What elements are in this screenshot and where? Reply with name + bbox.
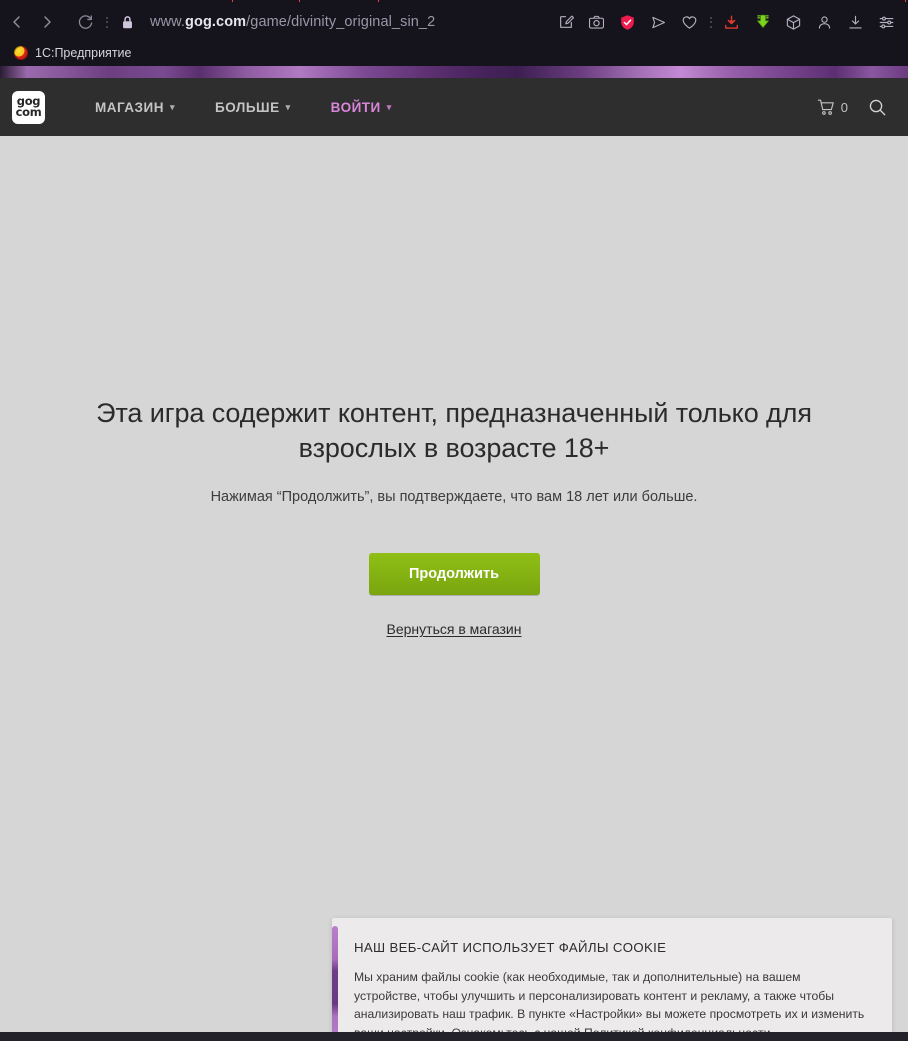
account-icon[interactable]: [809, 7, 840, 37]
green-download-icon[interactable]: [747, 7, 778, 37]
browser-tab-inactive[interactable]: [232, 0, 300, 2]
search-icon: [869, 99, 885, 115]
nav-item-signin-label: ВОЙТИ: [330, 99, 381, 115]
shield-check-icon[interactable]: [612, 7, 643, 37]
settings-sliders-icon[interactable]: [871, 7, 902, 37]
browser-tab-active[interactable]: [378, 0, 906, 2]
cart-button[interactable]: 0: [817, 98, 848, 117]
browser-chrome: www.gog.com/game/divinity_original_sin_2: [0, 0, 908, 66]
continue-button[interactable]: Продолжить: [368, 553, 540, 596]
page-bottom-bar: [0, 1032, 908, 1041]
chevron-down-icon: ▾: [386, 101, 392, 112]
browser-toolbar: www.gog.com/game/divinity_original_sin_2: [0, 4, 908, 40]
download-tray-icon[interactable]: [716, 7, 747, 37]
nav-item-store-label: МАГАЗИН: [95, 99, 164, 115]
cookie-banner-body: Мы храним файлы cookie (как необходимые,…: [354, 968, 870, 1041]
forward-button[interactable]: [32, 7, 62, 37]
back-to-store-link[interactable]: Вернуться в магазин: [387, 621, 522, 637]
nav-item-more[interactable]: БОЛЬШЕ ▾: [195, 78, 311, 136]
chevron-down-icon: ▾: [285, 101, 291, 112]
back-button[interactable]: [2, 7, 32, 37]
heart-icon[interactable]: [674, 7, 705, 37]
age-gate-title: Эта игра содержит контент, предназначенн…: [96, 398, 812, 463]
1c-favicon: [14, 46, 28, 60]
site-header: gog com МАГАЗИН ▾ БОЛЬШЕ ▾ ВОЙТИ ▾ 0: [0, 78, 908, 136]
downloads-icon[interactable]: [840, 7, 871, 37]
lock-icon[interactable]: [114, 7, 140, 37]
package-icon[interactable]: [778, 7, 809, 37]
site-header-actions: 0: [817, 94, 908, 120]
site-nav: МАГАЗИН ▾ БОЛЬШЕ ▾ ВОЙТИ ▾: [75, 78, 412, 136]
bookmark-item[interactable]: 1С:Предприятие: [8, 44, 138, 62]
toolbar-icon-group: [550, 7, 908, 37]
search-button[interactable]: [864, 94, 890, 120]
cart-count: 0: [840, 99, 848, 115]
nav-item-more-label: БОЛЬШЕ: [215, 99, 280, 115]
chevron-down-icon: ▾: [169, 101, 175, 112]
bookmark-label: 1С:Предприятие: [35, 46, 132, 60]
cookie-consent-banner: НАШ ВЕБ-САЙТ ИСПОЛЬЗУЕТ ФАЙЛЫ COOKIE Мы …: [332, 918, 892, 1041]
reload-button[interactable]: [70, 7, 100, 37]
gog-logo[interactable]: gog com: [12, 90, 45, 124]
nav-item-signin[interactable]: ВОЙТИ ▾: [311, 78, 412, 136]
address-bar[interactable]: www.gog.com/game/divinity_original_sin_2: [150, 14, 435, 30]
banner-accent-bar: [332, 926, 338, 1041]
bookmarks-bar: 1С:Предприятие: [0, 40, 908, 66]
cart-icon: [817, 99, 834, 115]
url-domain: gog.com: [185, 14, 247, 30]
cookie-banner-title: НАШ ВЕБ-САЙТ ИСПОЛЬЗУЕТ ФАЙЛЫ COOKIE: [354, 940, 667, 955]
page-viewport: gog com МАГАЗИН ▾ БОЛЬШЕ ▾ ВОЙТИ ▾ 0 Эта…: [0, 66, 908, 1041]
gog-logo-bottom: com: [15, 105, 42, 119]
toolbar-overflow-dots[interactable]: [100, 7, 114, 37]
screenshot-icon[interactable]: [581, 7, 612, 37]
hero-background-strip: [0, 66, 908, 78]
url-prefix: www.: [150, 14, 186, 30]
age-gate: Эта игра содержит контент, предназначенн…: [0, 396, 908, 637]
nav-item-store[interactable]: МАГАЗИН ▾: [75, 78, 195, 136]
age-gate-subtitle: Нажимая “Продолжить”, вы подтверждаете, …: [210, 489, 698, 506]
toolbar-separator-dots: [705, 7, 716, 37]
edit-bookmark-icon[interactable]: [550, 7, 581, 37]
send-icon[interactable]: [643, 7, 674, 37]
url-path: /game/divinity_original_sin_2: [246, 14, 436, 30]
